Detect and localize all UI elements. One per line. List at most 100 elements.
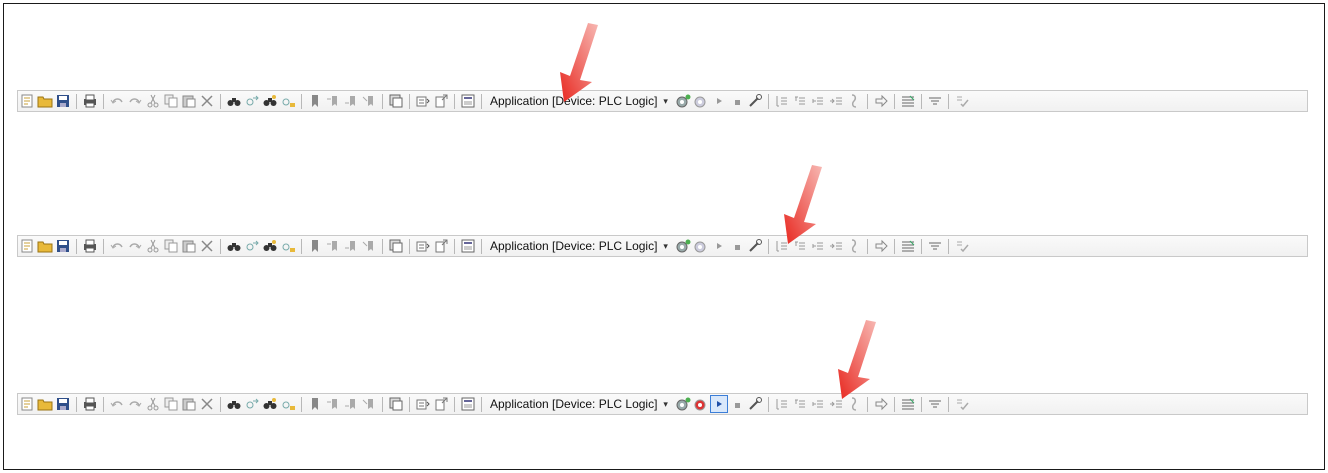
save-icon[interactable]	[55, 93, 71, 109]
bookmark-icon[interactable]	[307, 396, 323, 412]
find-next-icon[interactable]	[244, 396, 260, 412]
bookmark-clear-icon[interactable]	[361, 93, 377, 109]
undo-icon[interactable]	[109, 93, 125, 109]
open-folder-icon[interactable]	[37, 93, 53, 109]
filter-icon[interactable]	[927, 93, 943, 109]
paste-icon[interactable]	[181, 396, 197, 412]
set-next-icon[interactable]	[828, 93, 844, 109]
start-icon[interactable]	[711, 93, 727, 109]
step-out-icon[interactable]	[810, 396, 826, 412]
stop-icon[interactable]	[729, 238, 745, 254]
filter-icon[interactable]	[927, 396, 943, 412]
print-icon[interactable]	[82, 396, 98, 412]
print-icon[interactable]	[82, 93, 98, 109]
logout-icon[interactable]	[693, 238, 709, 254]
step-out-icon[interactable]	[810, 93, 826, 109]
step-over-icon[interactable]	[774, 93, 790, 109]
step-into-icon[interactable]	[792, 93, 808, 109]
stop-icon[interactable]	[729, 396, 745, 412]
validate-icon[interactable]	[954, 396, 970, 412]
bookmark-next-icon[interactable]	[325, 396, 341, 412]
delete-icon[interactable]	[199, 396, 215, 412]
bookmark-prev-icon[interactable]	[343, 238, 359, 254]
chevron-down-icon[interactable]: ▾	[661, 96, 674, 107]
redo-icon[interactable]	[127, 238, 143, 254]
export-icon[interactable]	[433, 93, 449, 109]
breakpoint-icon[interactable]	[846, 93, 862, 109]
copy-icon[interactable]	[163, 238, 179, 254]
redo-icon[interactable]	[127, 396, 143, 412]
new-file-icon[interactable]	[19, 238, 35, 254]
application-selector[interactable]: Application [Device: PLC Logic]	[486, 397, 661, 411]
login-icon[interactable]	[675, 238, 691, 254]
grid-icon[interactable]	[388, 396, 404, 412]
redo-icon[interactable]	[127, 93, 143, 109]
step-over-icon[interactable]	[774, 396, 790, 412]
filter-icon[interactable]	[927, 238, 943, 254]
bookmark-icon[interactable]	[307, 93, 323, 109]
copy-icon[interactable]	[163, 93, 179, 109]
delete-icon[interactable]	[199, 238, 215, 254]
bookmark-next-icon[interactable]	[325, 238, 341, 254]
start-icon[interactable]	[709, 395, 728, 413]
find-icon[interactable]	[226, 93, 242, 109]
build-icon[interactable]	[415, 93, 431, 109]
bookmark-prev-icon[interactable]	[343, 93, 359, 109]
replace-next-icon[interactable]	[280, 396, 296, 412]
reset-icon[interactable]	[747, 93, 763, 109]
export-icon[interactable]	[433, 396, 449, 412]
go-icon[interactable]	[873, 238, 889, 254]
find-next-icon[interactable]	[244, 93, 260, 109]
login-icon[interactable]	[675, 93, 691, 109]
find-icon[interactable]	[226, 238, 242, 254]
go-icon[interactable]	[873, 93, 889, 109]
bookmark-clear-icon[interactable]	[361, 238, 377, 254]
login-icon[interactable]	[675, 396, 691, 412]
find-next-icon[interactable]	[244, 238, 260, 254]
delete-icon[interactable]	[199, 93, 215, 109]
start-icon[interactable]	[711, 238, 727, 254]
export-icon[interactable]	[433, 238, 449, 254]
build-icon[interactable]	[415, 396, 431, 412]
undo-icon[interactable]	[109, 396, 125, 412]
visualization-icon[interactable]	[460, 396, 476, 412]
step-into-icon[interactable]	[792, 396, 808, 412]
replace-icon[interactable]	[262, 396, 278, 412]
cut-icon[interactable]	[145, 238, 161, 254]
open-folder-icon[interactable]	[37, 238, 53, 254]
bookmark-icon[interactable]	[307, 238, 323, 254]
save-icon[interactable]	[55, 396, 71, 412]
display-icon[interactable]	[900, 238, 916, 254]
bookmark-prev-icon[interactable]	[343, 396, 359, 412]
visualization-icon[interactable]	[460, 93, 476, 109]
reset-icon[interactable]	[747, 396, 763, 412]
copy-icon[interactable]	[163, 396, 179, 412]
undo-icon[interactable]	[109, 238, 125, 254]
open-folder-icon[interactable]	[37, 396, 53, 412]
grid-icon[interactable]	[388, 93, 404, 109]
application-selector[interactable]: Application [Device: PLC Logic]	[486, 239, 661, 253]
stop-icon[interactable]	[729, 93, 745, 109]
paste-icon[interactable]	[181, 238, 197, 254]
print-icon[interactable]	[82, 238, 98, 254]
bookmark-next-icon[interactable]	[325, 93, 341, 109]
new-file-icon[interactable]	[19, 396, 35, 412]
chevron-down-icon[interactable]: ▾	[661, 399, 674, 410]
breakpoint-icon[interactable]	[846, 238, 862, 254]
visualization-icon[interactable]	[460, 238, 476, 254]
replace-next-icon[interactable]	[280, 238, 296, 254]
cut-icon[interactable]	[145, 396, 161, 412]
find-icon[interactable]	[226, 396, 242, 412]
validate-icon[interactable]	[954, 238, 970, 254]
cut-icon[interactable]	[145, 93, 161, 109]
grid-icon[interactable]	[388, 238, 404, 254]
replace-icon[interactable]	[262, 93, 278, 109]
paste-icon[interactable]	[181, 93, 197, 109]
logout-icon[interactable]	[693, 396, 709, 412]
replace-next-icon[interactable]	[280, 93, 296, 109]
validate-icon[interactable]	[954, 93, 970, 109]
replace-icon[interactable]	[262, 238, 278, 254]
chevron-down-icon[interactable]: ▾	[661, 241, 674, 252]
new-file-icon[interactable]	[19, 93, 35, 109]
reset-icon[interactable]	[747, 238, 763, 254]
